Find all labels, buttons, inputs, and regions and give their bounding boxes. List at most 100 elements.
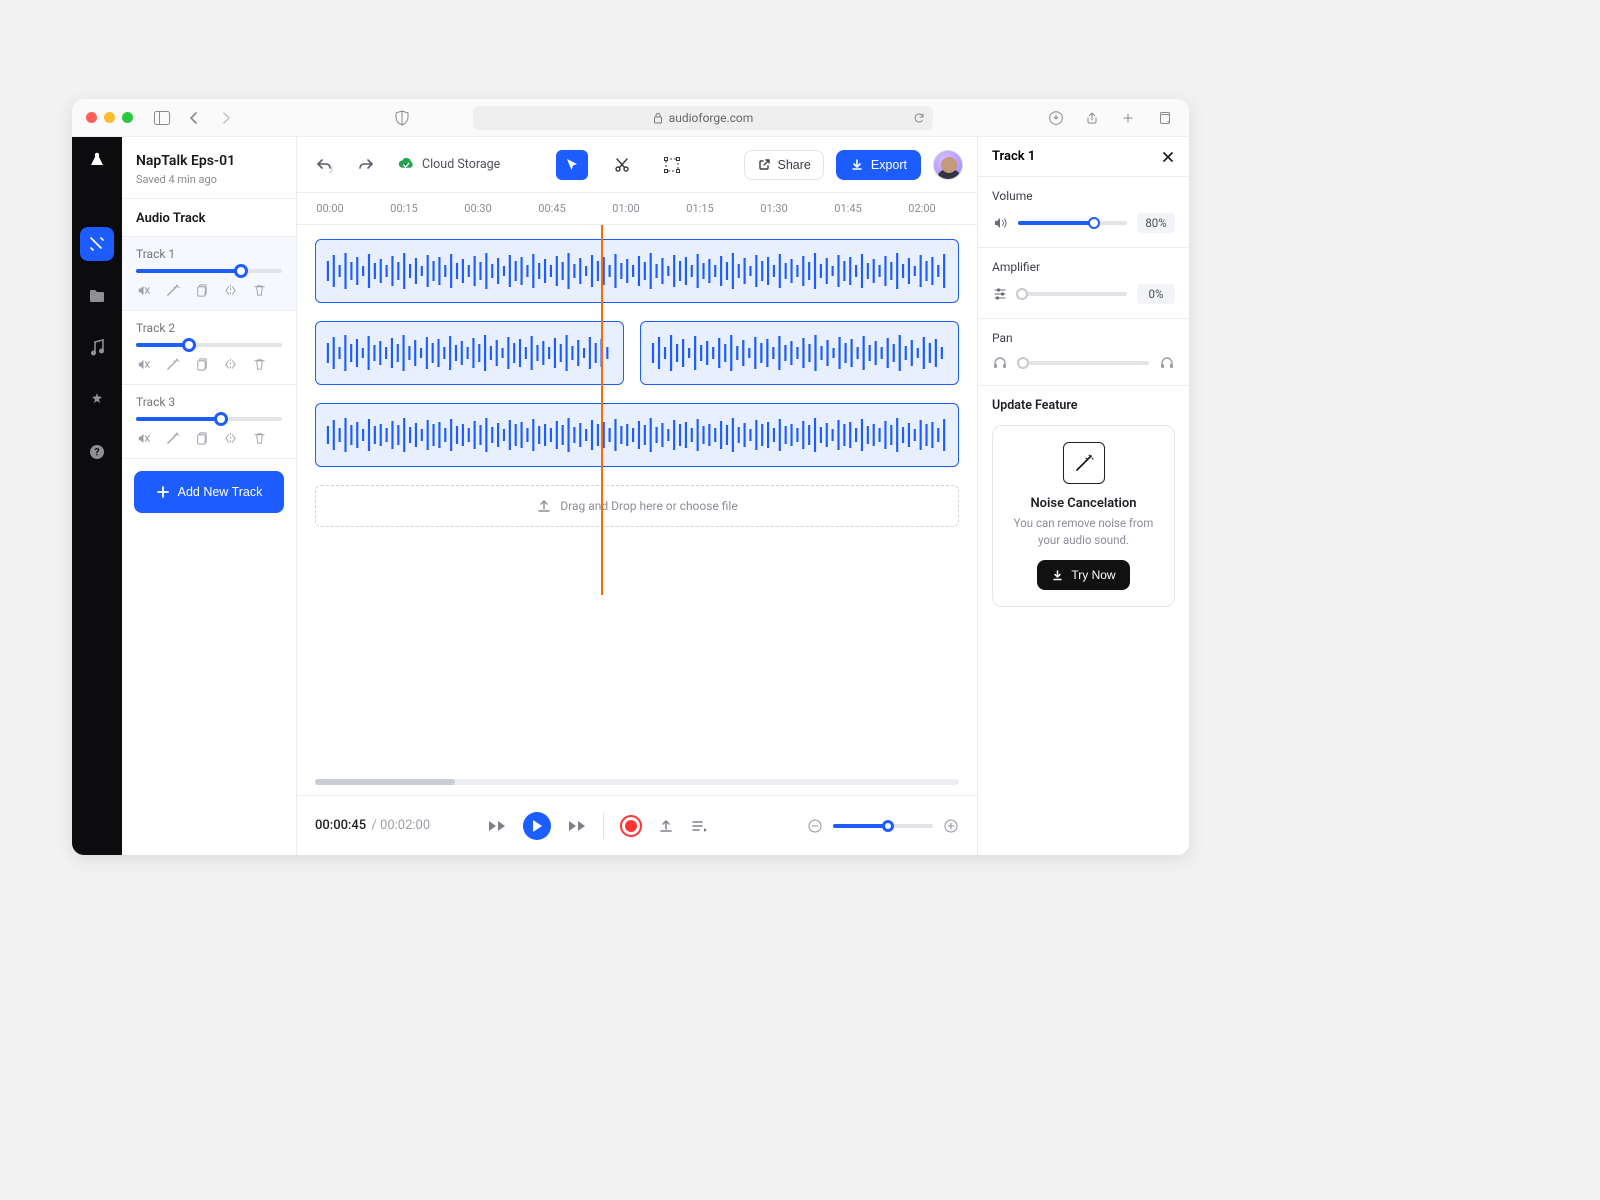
feature-card: Noise Cancelation You can remove noise f… bbox=[992, 425, 1175, 607]
ruler-tick: 01:00 bbox=[611, 202, 641, 215]
audio-clip[interactable] bbox=[640, 321, 959, 385]
close-inspector-button[interactable] bbox=[1161, 150, 1175, 164]
dropzone[interactable]: Drag and Drop here or choose file bbox=[315, 485, 959, 527]
track-level-slider[interactable] bbox=[136, 343, 282, 347]
timecode-current: 00:00:45 bbox=[315, 818, 366, 833]
track-item-2[interactable]: Track 2 bbox=[122, 311, 296, 385]
select-tool-button[interactable] bbox=[556, 150, 588, 180]
project-header: NapTalk Eps-01 Saved 4 min ago bbox=[122, 137, 296, 199]
speaker-icon bbox=[992, 215, 1008, 231]
volume-slider[interactable] bbox=[1018, 221, 1127, 225]
playlist-button[interactable] bbox=[690, 818, 708, 834]
rail-files-button[interactable] bbox=[80, 279, 114, 313]
redo-button[interactable] bbox=[351, 151, 379, 179]
try-now-button[interactable]: Try Now bbox=[1037, 560, 1129, 590]
mirror-icon[interactable] bbox=[223, 431, 238, 446]
maximize-window-icon[interactable] bbox=[122, 112, 133, 123]
copy-icon[interactable] bbox=[194, 357, 209, 372]
copy-icon[interactable] bbox=[194, 283, 209, 298]
timecode-total: 00:02:00 bbox=[380, 818, 430, 833]
audio-clip[interactable] bbox=[315, 239, 959, 303]
address-bar[interactable]: audioforge.com bbox=[473, 106, 933, 130]
user-avatar[interactable] bbox=[933, 150, 963, 180]
ruler-tick: 00:30 bbox=[463, 202, 493, 215]
nav-back-icon[interactable] bbox=[183, 107, 205, 129]
export-button[interactable]: Export bbox=[836, 150, 921, 180]
zoom-control bbox=[807, 818, 959, 834]
zoom-in-button[interactable] bbox=[943, 818, 959, 834]
cut-tool-button[interactable] bbox=[606, 150, 638, 180]
audio-clip[interactable] bbox=[315, 403, 959, 467]
privacy-shield-icon[interactable] bbox=[391, 107, 413, 129]
track-item-3[interactable]: Track 3 bbox=[122, 385, 296, 459]
panel-section-label: Audio Track bbox=[122, 199, 296, 237]
transport-bar: 00:00:45 / 00:02:00 bbox=[297, 795, 977, 855]
close-window-icon[interactable] bbox=[86, 112, 97, 123]
nav-forward-icon[interactable] bbox=[215, 107, 237, 129]
audio-clip[interactable] bbox=[315, 321, 624, 385]
mirror-icon[interactable] bbox=[223, 283, 238, 298]
mute-icon[interactable] bbox=[136, 431, 151, 446]
track-name: Track 2 bbox=[136, 321, 282, 335]
transform-tool-button[interactable] bbox=[656, 150, 688, 180]
tabs-overview-icon[interactable] bbox=[1153, 107, 1175, 129]
pan-label: Pan bbox=[992, 331, 1175, 345]
playhead[interactable] bbox=[601, 225, 603, 595]
timeline-ruler[interactable]: 00:00 00:15 00:30 00:45 01:00 01:15 01:3… bbox=[297, 193, 977, 225]
magic-wand-icon[interactable] bbox=[165, 283, 180, 298]
amplifier-slider[interactable] bbox=[1018, 292, 1127, 296]
minimize-window-icon[interactable] bbox=[104, 112, 115, 123]
dropzone-label: Drag and Drop here or choose file bbox=[560, 499, 737, 513]
forward-button[interactable] bbox=[567, 818, 587, 834]
volume-label: Volume bbox=[992, 189, 1175, 203]
feature-description: You can remove noise from your audio sou… bbox=[1005, 515, 1162, 548]
app-logo-icon bbox=[86, 151, 108, 173]
mute-icon[interactable] bbox=[136, 357, 151, 372]
horizontal-scrollbar[interactable] bbox=[315, 779, 959, 785]
track-level-slider[interactable] bbox=[136, 269, 282, 273]
pan-slider[interactable] bbox=[1018, 361, 1149, 365]
sidebar-toggle-icon[interactable] bbox=[151, 107, 173, 129]
download-icon[interactable] bbox=[1045, 107, 1067, 129]
delete-icon[interactable] bbox=[252, 283, 267, 298]
track-level-slider[interactable] bbox=[136, 417, 282, 421]
rail-effects-button[interactable] bbox=[80, 383, 114, 417]
track-name: Track 3 bbox=[136, 395, 282, 409]
amplifier-label: Amplifier bbox=[992, 260, 1175, 274]
ruler-tick: 00:15 bbox=[389, 202, 419, 215]
mirror-icon[interactable] bbox=[223, 357, 238, 372]
project-saved-status: Saved 4 min ago bbox=[136, 173, 282, 186]
timecode: 00:00:45 / 00:02:00 bbox=[315, 818, 430, 833]
magic-wand-icon[interactable] bbox=[165, 357, 180, 372]
upload-icon bbox=[536, 498, 552, 514]
reload-icon[interactable] bbox=[913, 112, 925, 124]
new-tab-icon[interactable] bbox=[1117, 107, 1139, 129]
share-button[interactable]: Share bbox=[744, 150, 824, 180]
copy-icon[interactable] bbox=[194, 431, 209, 446]
mute-icon[interactable] bbox=[136, 283, 151, 298]
add-track-button[interactable]: Add New Track bbox=[134, 471, 284, 513]
update-feature-label: Update Feature bbox=[992, 398, 1175, 413]
rail-music-button[interactable] bbox=[80, 331, 114, 365]
undo-button[interactable] bbox=[311, 151, 339, 179]
track-name: Track 1 bbox=[136, 247, 282, 261]
rewind-button[interactable] bbox=[487, 818, 507, 834]
tracks-canvas[interactable]: Drag and Drop here or choose file bbox=[297, 225, 977, 795]
inspector-title: Track 1 bbox=[992, 149, 1035, 164]
export-audio-button[interactable] bbox=[658, 818, 674, 834]
rail-editor-button[interactable] bbox=[80, 227, 114, 261]
rail-help-button[interactable]: ? bbox=[80, 435, 114, 469]
track-item-1[interactable]: Track 1 bbox=[122, 237, 296, 311]
magic-wand-icon[interactable] bbox=[165, 431, 180, 446]
delete-icon[interactable] bbox=[252, 431, 267, 446]
play-button[interactable] bbox=[523, 812, 551, 840]
cloud-storage-chip[interactable]: Cloud Storage bbox=[397, 156, 500, 174]
inspector-panel: Track 1 Volume 80% bbox=[977, 137, 1189, 855]
record-button[interactable] bbox=[620, 815, 642, 837]
editor-area: Cloud Storage bbox=[297, 137, 977, 855]
delete-icon[interactable] bbox=[252, 357, 267, 372]
amplifier-value: 0% bbox=[1137, 284, 1175, 304]
zoom-slider[interactable] bbox=[833, 824, 933, 828]
zoom-out-button[interactable] bbox=[807, 818, 823, 834]
share-system-icon[interactable] bbox=[1081, 107, 1103, 129]
